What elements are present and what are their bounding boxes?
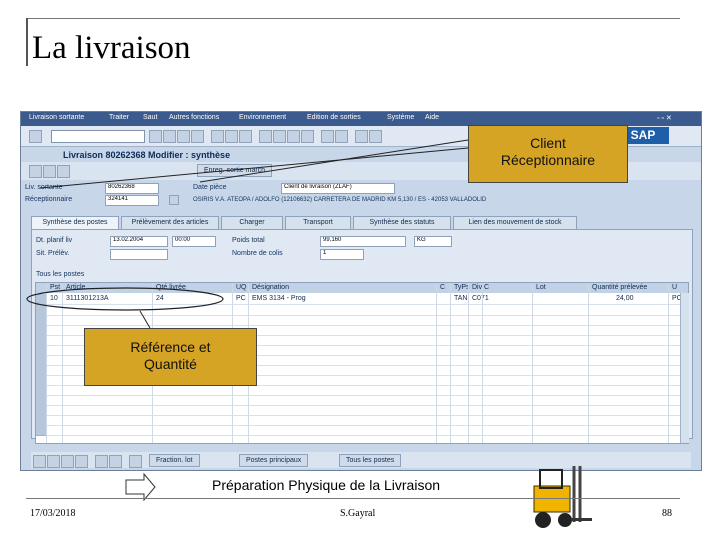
- pointer-line: [199, 139, 469, 183]
- pointer-line: [39, 147, 469, 189]
- highlight-ellipse: [26, 287, 224, 311]
- preparation-caption: Préparation Physique de la Livraison: [212, 477, 441, 493]
- client-callout-text: Client Réceptionnaire: [500, 135, 596, 168]
- reference-callout: Référence et Quantité: [84, 328, 257, 386]
- footer-rule: [26, 498, 680, 499]
- pointer-line: [139, 310, 151, 329]
- client-callout: Client Réceptionnaire: [468, 125, 628, 183]
- annotation-lines: [26, 139, 469, 502]
- footer-date: 17/03/2018: [30, 508, 76, 519]
- page-number: 88: [662, 508, 672, 519]
- arrow-icon: [125, 472, 156, 502]
- footer-author: S.Gayral: [340, 508, 376, 519]
- reference-callout-text: Référence et Quantité: [130, 339, 211, 372]
